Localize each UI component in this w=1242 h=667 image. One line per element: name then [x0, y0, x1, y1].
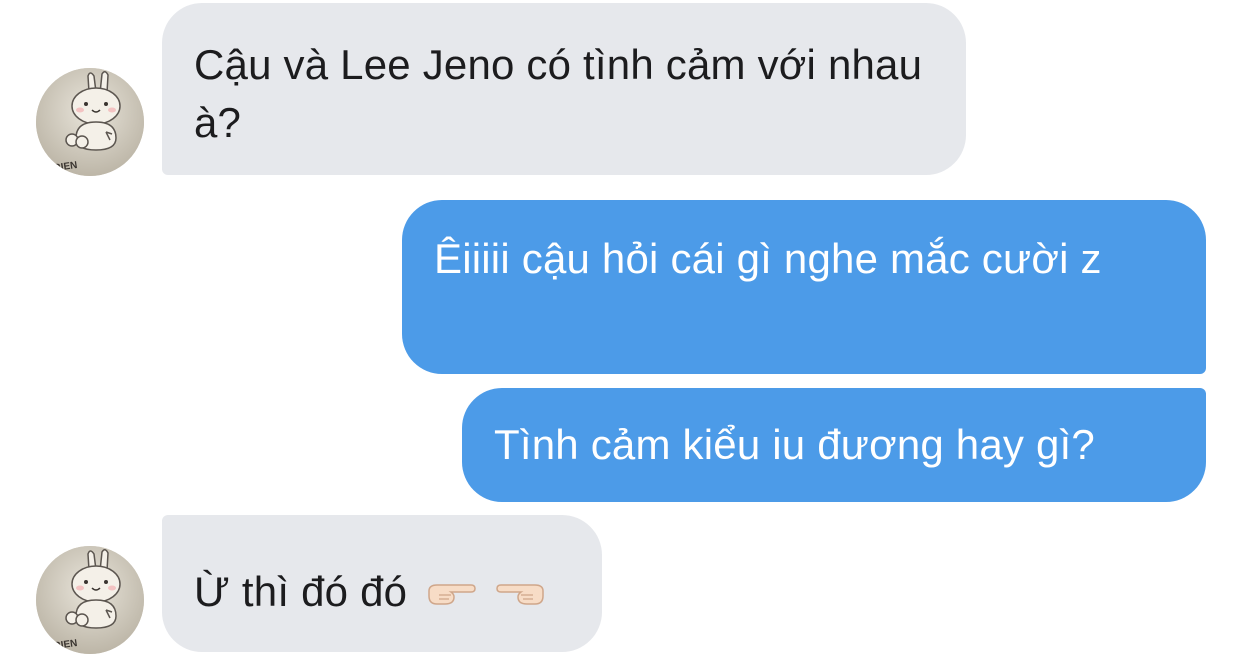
message-bubble-incoming[interactable]: Cậu và Lee Jeno có tình cảm với nhau à?	[162, 3, 966, 175]
message-bubble-outgoing[interactable]: Êiiiii cậu hỏi cái gì nghe mắc cười z	[402, 200, 1206, 374]
message-text: Êiiiii cậu hỏi cái gì nghe mắc cười z	[434, 235, 1102, 282]
pointing-left-emoji	[495, 566, 547, 624]
message-text: Ừ thì đó đó	[194, 568, 408, 615]
message-text: Cậu và Lee Jeno có tình cảm với nhau à?	[194, 41, 923, 146]
message-bubble-incoming[interactable]: Ừ thì đó đó	[162, 515, 602, 652]
message-bubble-outgoing[interactable]: Tình cảm kiểu iu đương hay gì?	[462, 388, 1206, 502]
bunny-sticker-icon: FRIEN	[36, 68, 144, 176]
avatar[interactable]: FRIEN	[36, 546, 144, 654]
bunny-sticker-icon: FRIEN	[36, 546, 144, 654]
pointing-right-emoji	[425, 566, 477, 624]
avatar[interactable]: FRIEN	[36, 68, 144, 176]
message-text: Tình cảm kiểu iu đương hay gì?	[494, 421, 1095, 468]
